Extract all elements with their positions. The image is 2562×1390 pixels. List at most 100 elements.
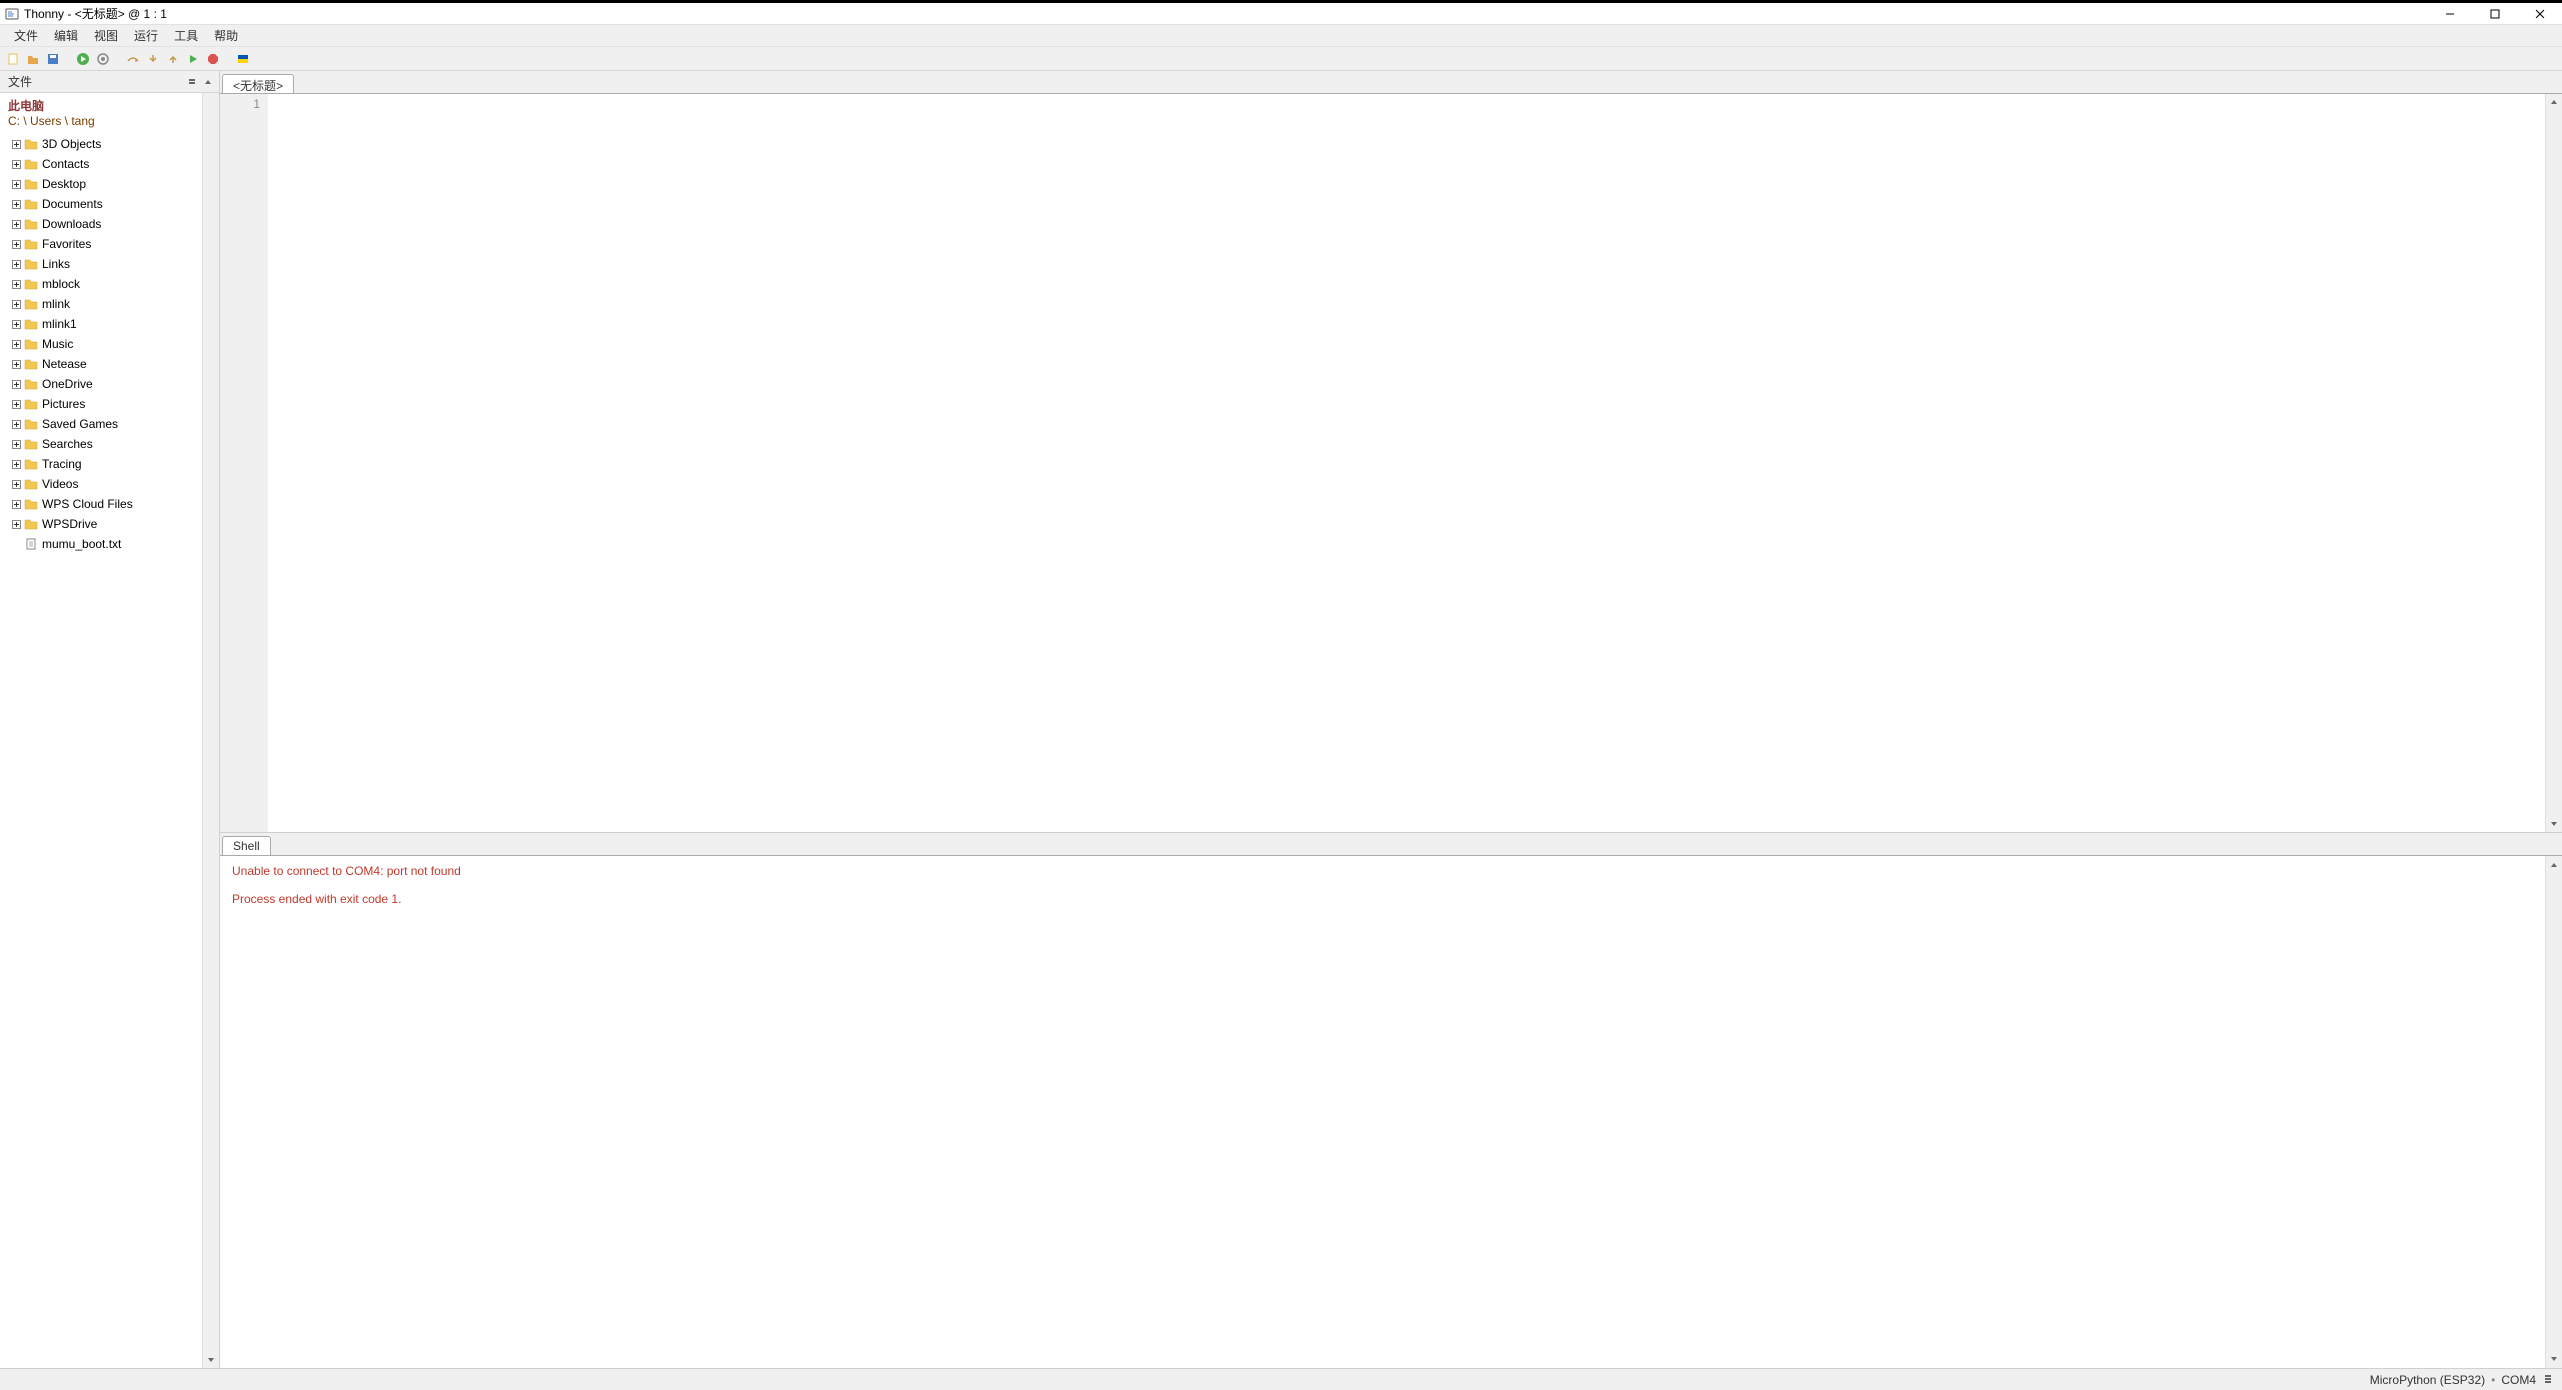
editor-tab-untitled[interactable]: <无标题> bbox=[222, 74, 294, 94]
expand-icon[interactable] bbox=[10, 518, 22, 530]
tree-item[interactable]: Netease bbox=[0, 354, 202, 374]
tree-item[interactable]: mlink1 bbox=[0, 314, 202, 334]
menu-item-3[interactable]: 运行 bbox=[126, 24, 166, 47]
menu-item-2[interactable]: 视图 bbox=[86, 24, 126, 47]
expand-icon[interactable] bbox=[10, 298, 22, 310]
editor-gutter: 1 bbox=[220, 94, 268, 833]
tree-item-label: WPS Cloud Files bbox=[42, 497, 133, 511]
folder-icon bbox=[24, 397, 38, 411]
code-editor[interactable] bbox=[268, 94, 2545, 833]
tree-item-label: Music bbox=[42, 337, 73, 351]
tree-item-label: Downloads bbox=[42, 217, 101, 231]
save-file-icon[interactable] bbox=[44, 50, 62, 68]
scroll-up-icon[interactable] bbox=[2546, 94, 2562, 111]
expand-icon[interactable] bbox=[10, 438, 22, 450]
scroll-up-icon[interactable] bbox=[2546, 856, 2562, 873]
tree-item-label: Netease bbox=[42, 357, 87, 371]
step-out-icon[interactable] bbox=[164, 50, 182, 68]
tree-item[interactable]: mumu_boot.txt bbox=[0, 534, 202, 554]
tree-item-label: Desktop bbox=[42, 177, 86, 191]
new-file-icon[interactable] bbox=[4, 50, 22, 68]
tree-item[interactable]: Searches bbox=[0, 434, 202, 454]
support-ukraine-icon[interactable] bbox=[234, 50, 252, 68]
menu-item-1[interactable]: 编辑 bbox=[46, 24, 86, 47]
scroll-down-icon[interactable] bbox=[2546, 1351, 2562, 1368]
resume-icon[interactable] bbox=[184, 50, 202, 68]
tree-item[interactable]: Music bbox=[0, 334, 202, 354]
status-interpreter[interactable]: MicroPython (ESP32) bbox=[2364, 1373, 2491, 1387]
tree-item[interactable]: Links bbox=[0, 254, 202, 274]
maximize-button[interactable] bbox=[2472, 3, 2517, 24]
tree-item-label: Documents bbox=[42, 197, 103, 211]
tree-item[interactable]: 3D Objects bbox=[0, 134, 202, 154]
shell-scrollbar[interactable] bbox=[2545, 856, 2562, 1368]
stop-icon[interactable] bbox=[204, 50, 222, 68]
shell-tab[interactable]: Shell bbox=[222, 836, 271, 856]
expand-icon[interactable] bbox=[10, 158, 22, 170]
tree-item-label: Videos bbox=[42, 477, 78, 491]
expand-icon[interactable] bbox=[10, 318, 22, 330]
expand-icon[interactable] bbox=[10, 458, 22, 470]
open-file-icon[interactable] bbox=[24, 50, 42, 68]
menu-item-4[interactable]: 工具 bbox=[166, 24, 206, 47]
expand-icon[interactable] bbox=[10, 238, 22, 250]
expand-icon[interactable] bbox=[10, 338, 22, 350]
file-location-header[interactable]: 此电脑 C: \ Users \ tang bbox=[0, 93, 202, 132]
expand-icon[interactable] bbox=[10, 378, 22, 390]
step-over-icon[interactable] bbox=[124, 50, 142, 68]
files-panel-title: 文件 bbox=[0, 71, 219, 93]
tree-item[interactable]: Downloads bbox=[0, 214, 202, 234]
expand-icon[interactable] bbox=[10, 138, 22, 150]
status-port[interactable]: COM4 bbox=[2495, 1373, 2542, 1387]
scroll-down-icon[interactable] bbox=[2546, 815, 2562, 832]
expand-icon[interactable] bbox=[10, 418, 22, 430]
tree-item[interactable]: Videos bbox=[0, 474, 202, 494]
tree-item[interactable]: WPSDrive bbox=[0, 514, 202, 534]
tree-item[interactable]: mblock bbox=[0, 274, 202, 294]
scroll-down-icon[interactable] bbox=[203, 1351, 219, 1368]
status-menu-icon[interactable] bbox=[2544, 1373, 2552, 1387]
titlebar: Thonny - <无标题> @ 1 : 1 bbox=[0, 3, 2562, 25]
expand-icon[interactable] bbox=[10, 398, 22, 410]
tree-item-label: mlink1 bbox=[42, 317, 77, 331]
close-button[interactable] bbox=[2517, 3, 2562, 24]
shell-body[interactable]: Unable to connect to COM4: port not foun… bbox=[220, 855, 2562, 1368]
tree-item[interactable]: WPS Cloud Files bbox=[0, 494, 202, 514]
tree-item[interactable]: mlink bbox=[0, 294, 202, 314]
tree-item[interactable]: Desktop bbox=[0, 174, 202, 194]
expand-icon[interactable] bbox=[10, 258, 22, 270]
step-into-icon[interactable] bbox=[144, 50, 162, 68]
expand-icon[interactable] bbox=[10, 198, 22, 210]
run-icon[interactable] bbox=[74, 50, 92, 68]
toolbar bbox=[0, 47, 2562, 71]
panel-options-icon[interactable] bbox=[185, 75, 199, 89]
tree-item[interactable]: Pictures bbox=[0, 394, 202, 414]
statusbar: MicroPython (ESP32) • COM4 bbox=[0, 1368, 2562, 1390]
tree-item-label: Searches bbox=[42, 437, 93, 451]
expand-icon[interactable] bbox=[10, 498, 22, 510]
tree-item[interactable]: Saved Games bbox=[0, 414, 202, 434]
menu-item-5[interactable]: 帮助 bbox=[206, 24, 246, 47]
editor-scrollbar[interactable] bbox=[2545, 94, 2562, 833]
tree-item-label: Saved Games bbox=[42, 417, 118, 431]
file-icon bbox=[24, 537, 38, 551]
folder-icon bbox=[24, 517, 38, 531]
expand-icon[interactable] bbox=[10, 178, 22, 190]
tree-item[interactable]: OneDrive bbox=[0, 374, 202, 394]
tree-item[interactable]: Favorites bbox=[0, 234, 202, 254]
tree-item[interactable]: Tracing bbox=[0, 454, 202, 474]
expand-icon[interactable] bbox=[10, 478, 22, 490]
scroll-up-icon[interactable] bbox=[201, 75, 215, 89]
window-controls bbox=[2427, 3, 2562, 24]
tree-item-label: Pictures bbox=[42, 397, 85, 411]
expand-icon[interactable] bbox=[10, 278, 22, 290]
menu-item-0[interactable]: 文件 bbox=[6, 24, 46, 47]
minimize-button[interactable] bbox=[2427, 3, 2472, 24]
expand-icon[interactable] bbox=[10, 218, 22, 230]
expand-icon[interactable] bbox=[10, 358, 22, 370]
debug-icon[interactable] bbox=[94, 50, 112, 68]
tree-item[interactable]: Documents bbox=[0, 194, 202, 214]
sidebar-scrollbar[interactable] bbox=[202, 93, 219, 1368]
folder-icon bbox=[24, 257, 38, 271]
tree-item[interactable]: Contacts bbox=[0, 154, 202, 174]
